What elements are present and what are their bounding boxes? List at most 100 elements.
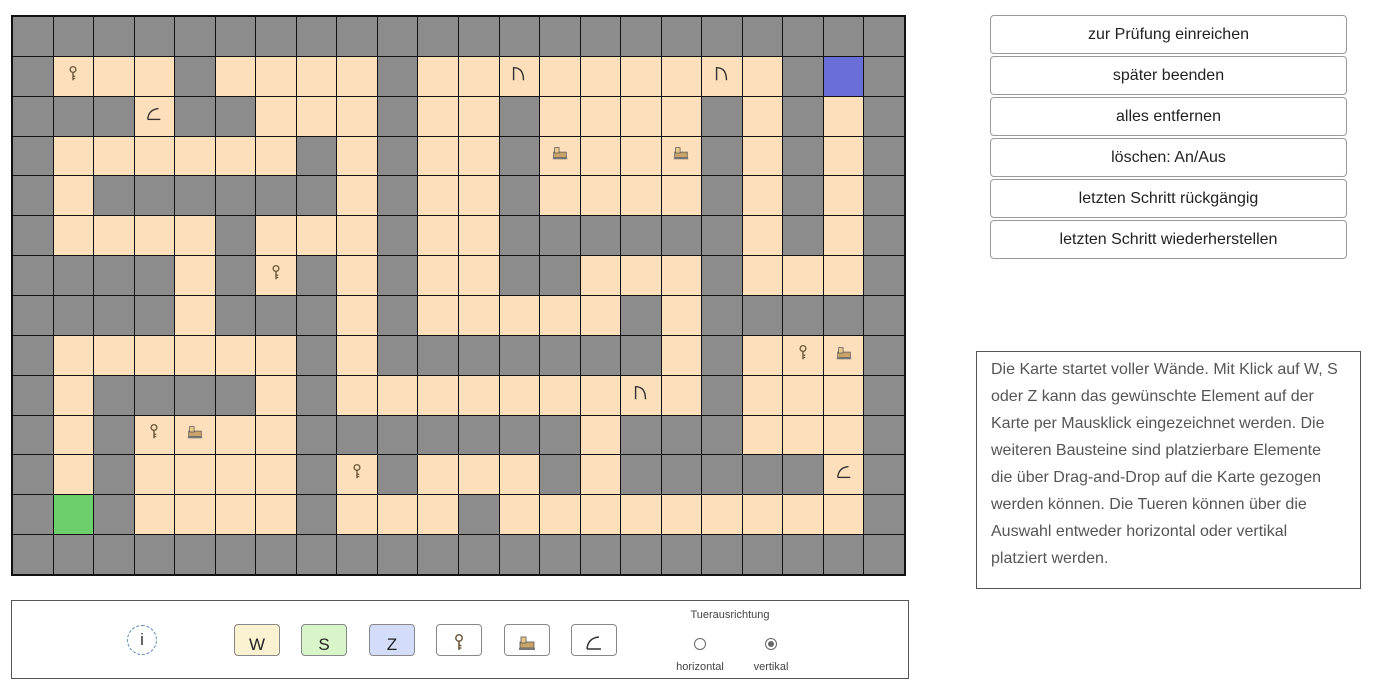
- map-cell-floor[interactable]: [661, 176, 702, 216]
- map-cell-floor[interactable]: [134, 495, 175, 535]
- map-cell-floor[interactable]: [94, 56, 134, 96]
- map-cell-floor[interactable]: [256, 256, 296, 295]
- map-cell-wall[interactable]: [661, 535, 702, 574]
- map-cell-floor[interactable]: [621, 96, 661, 136]
- map-cell-floor[interactable]: [256, 415, 296, 455]
- redo-button[interactable]: letzten Schritt wiederherstellen: [990, 220, 1347, 259]
- map-cell-wall[interactable]: [13, 495, 53, 535]
- map-cell-floor[interactable]: [823, 136, 864, 176]
- map-cell-wall[interactable]: [702, 176, 742, 216]
- map-cell-wall[interactable]: [13, 335, 53, 375]
- map-cell-floor[interactable]: [337, 335, 377, 375]
- map-cell-wall[interactable]: [783, 136, 823, 176]
- map-cell-floor[interactable]: [540, 136, 580, 176]
- map-cell-floor[interactable]: [94, 136, 134, 176]
- map-cell-wall[interactable]: [864, 56, 904, 96]
- map-cell-wall[interactable]: [377, 455, 418, 495]
- map-cell-wall[interactable]: [621, 296, 661, 335]
- map-cell-wall[interactable]: [296, 335, 337, 375]
- map-cell-floor[interactable]: [783, 256, 823, 295]
- map-cell-start[interactable]: [53, 495, 94, 535]
- map-cell-floor[interactable]: [661, 256, 702, 295]
- map-cell-wall[interactable]: [742, 535, 783, 574]
- map-cell-floor[interactable]: [823, 96, 864, 136]
- map-cell-wall[interactable]: [661, 17, 702, 56]
- map-cell-wall[interactable]: [215, 375, 256, 415]
- map-cell-floor[interactable]: [256, 375, 296, 415]
- finish-later-button[interactable]: später beenden: [990, 56, 1347, 95]
- map-cell-wall[interactable]: [377, 256, 418, 295]
- map-cell-wall[interactable]: [377, 56, 418, 96]
- map-cell-wall[interactable]: [134, 176, 175, 216]
- map-cell-floor[interactable]: [823, 495, 864, 535]
- map-cell-floor[interactable]: [215, 415, 256, 455]
- map-cell-floor[interactable]: [418, 216, 458, 256]
- map-cell-floor[interactable]: [580, 296, 621, 335]
- map-cell-wall[interactable]: [540, 216, 580, 256]
- map-cell-floor[interactable]: [742, 176, 783, 216]
- map-cell-floor[interactable]: [459, 296, 499, 335]
- map-grid[interactable]: [11, 15, 906, 576]
- map-cell-floor[interactable]: [459, 256, 499, 295]
- map-cell-wall[interactable]: [702, 17, 742, 56]
- map-cell-floor[interactable]: [459, 455, 499, 495]
- map-cell-wall[interactable]: [337, 415, 377, 455]
- map-cell-wall[interactable]: [377, 96, 418, 136]
- map-cell-floor[interactable]: [215, 136, 256, 176]
- map-cell-floor[interactable]: [580, 455, 621, 495]
- map-cell-wall[interactable]: [13, 296, 53, 335]
- key-icon[interactable]: [145, 423, 163, 446]
- map-cell-wall[interactable]: [702, 375, 742, 415]
- map-cell-wall[interactable]: [864, 415, 904, 455]
- key-icon[interactable]: [348, 463, 366, 486]
- map-cell-floor[interactable]: [175, 415, 215, 455]
- map-cell-wall[interactable]: [864, 216, 904, 256]
- map-cell-floor[interactable]: [256, 136, 296, 176]
- map-cell-floor[interactable]: [499, 495, 540, 535]
- map-cell-wall[interactable]: [702, 335, 742, 375]
- map-cell-wall[interactable]: [783, 216, 823, 256]
- info-button[interactable]: i: [127, 625, 157, 655]
- map-cell-floor[interactable]: [621, 56, 661, 96]
- map-cell-floor[interactable]: [742, 375, 783, 415]
- map-cell-wall[interactable]: [499, 535, 540, 574]
- wall-tool-button[interactable]: W: [234, 624, 280, 656]
- map-cell-wall[interactable]: [702, 136, 742, 176]
- map-cell-wall[interactable]: [296, 495, 337, 535]
- map-cell-wall[interactable]: [702, 96, 742, 136]
- map-cell-wall[interactable]: [377, 535, 418, 574]
- map-cell-wall[interactable]: [53, 96, 94, 136]
- map-cell-floor[interactable]: [134, 335, 175, 375]
- map-cell-wall[interactable]: [13, 216, 53, 256]
- map-cell-floor[interactable]: [418, 56, 458, 96]
- map-cell-wall[interactable]: [134, 256, 175, 295]
- map-cell-wall[interactable]: [823, 535, 864, 574]
- map-cell-wall[interactable]: [296, 176, 337, 216]
- map-cell-wall[interactable]: [499, 216, 540, 256]
- map-cell-floor[interactable]: [783, 335, 823, 375]
- map-cell-wall[interactable]: [621, 415, 661, 455]
- map-cell-floor[interactable]: [783, 415, 823, 455]
- map-cell-floor[interactable]: [580, 415, 621, 455]
- map-cell-floor[interactable]: [742, 415, 783, 455]
- map-cell-wall[interactable]: [13, 176, 53, 216]
- map-cell-wall[interactable]: [702, 415, 742, 455]
- map-cell-wall[interactable]: [783, 17, 823, 56]
- map-cell-floor[interactable]: [742, 136, 783, 176]
- map-cell-wall[interactable]: [864, 375, 904, 415]
- map-cell-wall[interactable]: [621, 535, 661, 574]
- map-cell-floor[interactable]: [175, 256, 215, 295]
- map-cell-wall[interactable]: [134, 375, 175, 415]
- map-cell-floor[interactable]: [540, 56, 580, 96]
- map-cell-wall[interactable]: [580, 535, 621, 574]
- map-cell-floor[interactable]: [175, 296, 215, 335]
- map-cell-floor[interactable]: [418, 375, 458, 415]
- map-cell-floor[interactable]: [134, 455, 175, 495]
- sphinx-icon[interactable]: [186, 423, 204, 446]
- map-cell-floor[interactable]: [377, 495, 418, 535]
- trap-tool-button[interactable]: [571, 624, 617, 656]
- map-cell-wall[interactable]: [13, 455, 53, 495]
- radio-vertical[interactable]: [765, 638, 777, 650]
- map-cell-wall[interactable]: [742, 296, 783, 335]
- map-cell-floor[interactable]: [621, 176, 661, 216]
